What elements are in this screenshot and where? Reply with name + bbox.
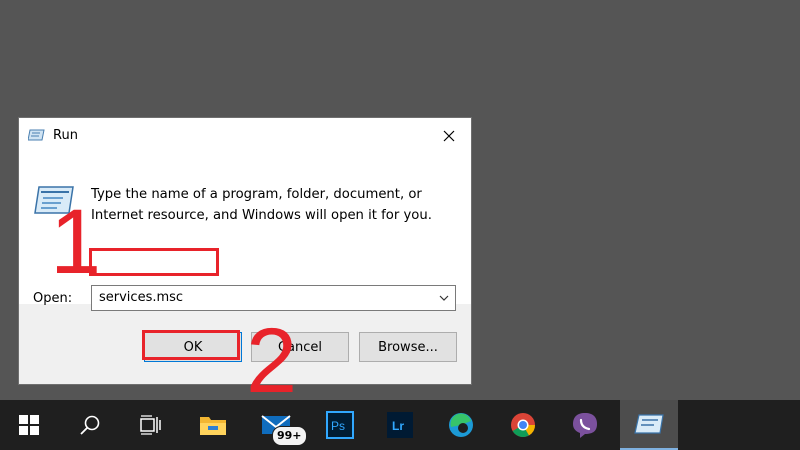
mail-unread-badge: 99+ — [272, 426, 307, 446]
chrome-button[interactable] — [494, 400, 552, 450]
open-input[interactable]: services.msc — [91, 285, 456, 311]
step-2-label: 2 — [246, 310, 298, 412]
run-taskbar-button[interactable] — [620, 400, 678, 450]
taskbar: Ps Lr — [0, 400, 800, 450]
photoshop-label: Ps — [331, 419, 345, 433]
file-explorer-icon — [200, 417, 226, 435]
dialog-title: Run — [53, 128, 78, 143]
edge-button[interactable] — [432, 400, 490, 450]
viber-button[interactable] — [556, 400, 614, 450]
windows-start-icon — [19, 415, 39, 435]
run-icon — [634, 414, 664, 434]
ok-button[interactable]: OK — [144, 332, 242, 362]
lightroom-button[interactable]: Lr — [371, 400, 429, 450]
task-view-icon — [140, 415, 161, 435]
chrome-icon — [511, 413, 535, 438]
lightroom-icon: Lr — [387, 412, 413, 438]
file-explorer-button[interactable] — [184, 400, 242, 450]
browse-button[interactable]: Browse... — [359, 332, 457, 362]
photoshop-icon: Ps — [326, 411, 354, 439]
run-icon — [28, 129, 45, 141]
step-1-label: 1 — [50, 191, 102, 293]
task-view-button[interactable] — [121, 400, 179, 450]
dialog-description: Type the name of a program, folder, docu… — [91, 187, 432, 223]
photoshop-button[interactable]: Ps — [311, 400, 369, 450]
lightroom-label: Lr — [392, 419, 404, 433]
close-button[interactable] — [427, 118, 471, 154]
open-label: Open: — [33, 291, 73, 306]
search-button[interactable] — [61, 400, 119, 450]
open-input-value[interactable]: services.msc — [99, 290, 183, 305]
search-icon — [80, 415, 100, 435]
close-icon — [443, 130, 455, 142]
title-bar[interactable]: Run — [19, 118, 471, 154]
viber-icon — [573, 413, 597, 438]
edge-icon — [449, 413, 473, 437]
chevron-down-icon[interactable] — [439, 294, 449, 302]
start-button[interactable] — [0, 400, 58, 450]
